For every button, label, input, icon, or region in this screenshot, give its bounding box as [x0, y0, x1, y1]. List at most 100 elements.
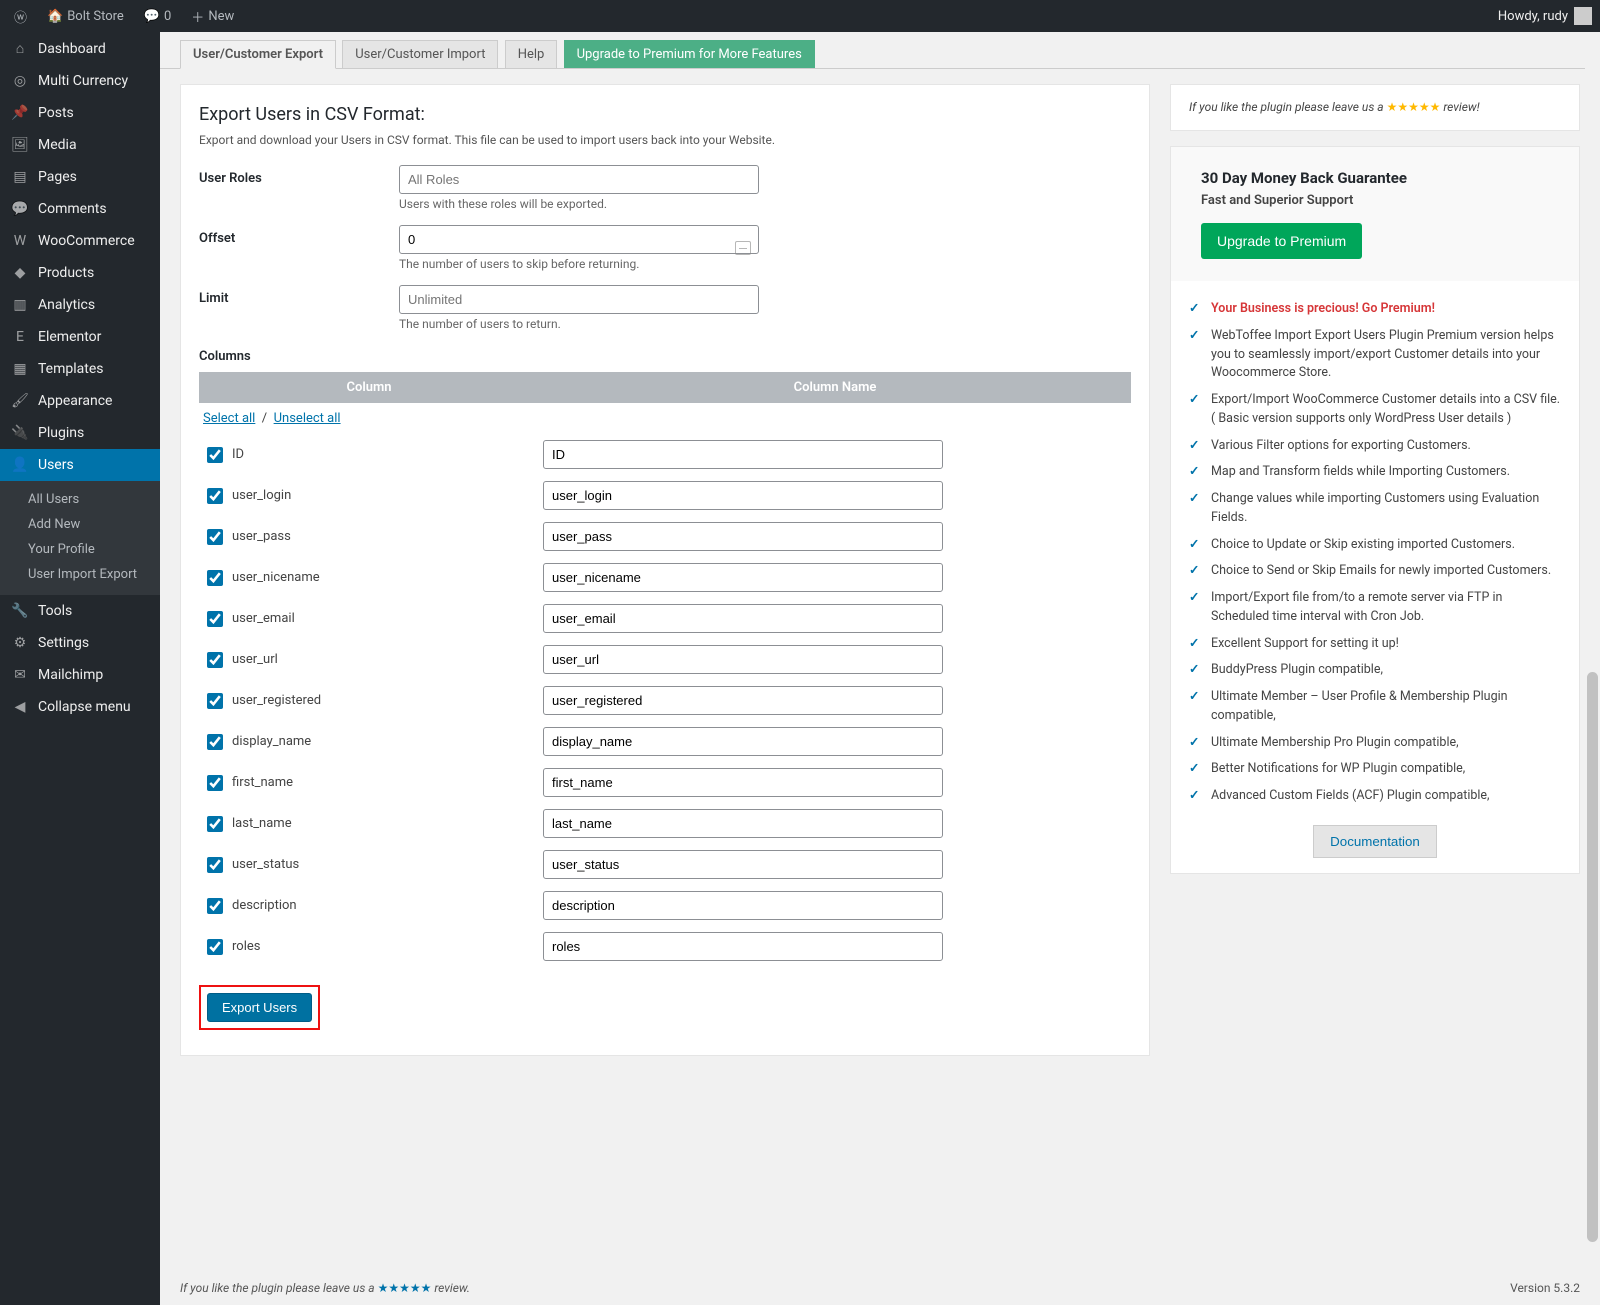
support-text: Fast and Superior Support	[1201, 193, 1549, 208]
scrollbar[interactable]	[1585, 32, 1600, 1305]
column-name-input[interactable]	[543, 522, 943, 551]
wp-logo[interactable]: ⓦ	[8, 0, 33, 32]
offset-input[interactable]	[399, 225, 759, 254]
tab-import[interactable]: User/Customer Import	[342, 40, 498, 68]
column-key: display_name	[232, 734, 311, 749]
column-row: roles	[199, 926, 1131, 967]
new-content[interactable]: ＋New	[185, 0, 240, 32]
menu-tools[interactable]: 🔧Tools	[0, 595, 160, 627]
column-key: user_status	[232, 857, 299, 872]
menu-dashboard[interactable]: ⌂Dashboard	[0, 32, 160, 65]
premium-box: 30 Day Money Back Guarantee Fast and Sup…	[1170, 146, 1580, 874]
column-name-input[interactable]	[543, 686, 943, 715]
analytics-icon: ▥	[10, 297, 30, 313]
column-checkbox[interactable]	[207, 939, 223, 955]
scrollbar-thumb[interactable]	[1587, 672, 1598, 1242]
col-header-column: Column	[199, 372, 539, 403]
column-checkbox[interactable]	[207, 488, 223, 504]
column-checkbox[interactable]	[207, 529, 223, 545]
gear-icon: ⚙	[10, 635, 30, 651]
column-name-input[interactable]	[543, 768, 943, 797]
column-name-input[interactable]	[543, 809, 943, 838]
export-users-button[interactable]: Export Users	[207, 993, 312, 1022]
premium-feature: Change values while importing Customers …	[1189, 486, 1561, 532]
plus-icon: ＋	[191, 7, 204, 26]
select-all-link[interactable]: Select all	[203, 411, 255, 426]
column-checkbox[interactable]	[207, 857, 223, 873]
column-checkbox[interactable]	[207, 611, 223, 627]
page-title: Export Users in CSV Format:	[199, 104, 1131, 125]
columns-list: IDuser_loginuser_passuser_nicenameuser_e…	[199, 434, 1131, 967]
comments-link[interactable]: 💬0	[138, 0, 178, 32]
guarantee-title: 30 Day Money Back Guarantee	[1201, 169, 1549, 187]
column-row: user_login	[199, 475, 1131, 516]
menu-multicurrency[interactable]: ◎Multi Currency	[0, 65, 160, 97]
column-name-input[interactable]	[543, 604, 943, 633]
column-name-input[interactable]	[543, 440, 943, 469]
menu-products[interactable]: ◆Products	[0, 257, 160, 289]
upgrade-premium-button[interactable]: Upgrade to Premium	[1201, 223, 1362, 259]
column-name-input[interactable]	[543, 891, 943, 920]
column-name-input[interactable]	[543, 481, 943, 510]
column-checkbox[interactable]	[207, 652, 223, 668]
column-key: user_url	[232, 652, 278, 667]
column-checkbox[interactable]	[207, 898, 223, 914]
menu-posts[interactable]: 📌Posts	[0, 97, 160, 129]
menu-users[interactable]: 👤Users	[0, 449, 160, 481]
menu-elementor[interactable]: EElementor	[0, 321, 160, 353]
menu-settings[interactable]: ⚙Settings	[0, 627, 160, 659]
page-icon: ▤	[10, 169, 30, 185]
submenu-profile[interactable]: Your Profile	[0, 537, 160, 562]
column-name-input[interactable]	[543, 727, 943, 756]
tab-upgrade[interactable]: Upgrade to Premium for More Features	[564, 40, 815, 68]
column-checkbox[interactable]	[207, 570, 223, 586]
column-row: user_email	[199, 598, 1131, 639]
tab-help[interactable]: Help	[505, 40, 558, 68]
submenu-add-new[interactable]: Add New	[0, 512, 160, 537]
elementor-icon: E	[10, 329, 30, 345]
column-checkbox[interactable]	[207, 693, 223, 709]
menu-media[interactable]: 🖼Media	[0, 129, 160, 161]
roles-input[interactable]	[399, 165, 759, 194]
column-name-input[interactable]	[543, 932, 943, 961]
footer-review-suffix: review.	[431, 1281, 470, 1295]
menu-comments[interactable]: 💬Comments	[0, 193, 160, 225]
stars-icon[interactable]: ★★★★★	[1387, 100, 1441, 114]
column-name-input[interactable]	[543, 850, 943, 879]
column-key: first_name	[232, 775, 293, 790]
menu-templates[interactable]: ▦Templates	[0, 353, 160, 385]
footer-stars-icon[interactable]: ★★★★★	[378, 1281, 432, 1295]
page-desc: Export and download your Users in CSV fo…	[199, 133, 1131, 147]
premium-feature: Various Filter options for exporting Cus…	[1189, 433, 1561, 460]
documentation-button[interactable]: Documentation	[1313, 825, 1437, 858]
submenu-import-export[interactable]: User Import Export	[0, 562, 160, 587]
menu-plugins[interactable]: 🔌Plugins	[0, 417, 160, 449]
comments-count: 0	[164, 9, 171, 24]
account-link[interactable]: Howdy, rudy	[1498, 7, 1592, 25]
unselect-all-link[interactable]: Unselect all	[274, 411, 341, 426]
menu-woocommerce[interactable]: WWooCommerce	[0, 225, 160, 257]
site-link[interactable]: 🏠Bolt Store	[41, 0, 130, 32]
column-checkbox[interactable]	[207, 775, 223, 791]
column-name-input[interactable]	[543, 563, 943, 592]
submenu-all-users[interactable]: All Users	[0, 487, 160, 512]
column-name-input[interactable]	[543, 645, 943, 674]
premium-feature: Choice to Send or Skip Emails for newly …	[1189, 558, 1561, 585]
menu-pages[interactable]: ▤Pages	[0, 161, 160, 193]
menu-analytics[interactable]: ▥Analytics	[0, 289, 160, 321]
menu-mailchimp[interactable]: ✉Mailchimp	[0, 659, 160, 691]
limit-input[interactable]	[399, 285, 759, 314]
menu-appearance[interactable]: 🖌Appearance	[0, 385, 160, 417]
collapse-menu[interactable]: ◀Collapse menu	[0, 691, 160, 723]
tab-export[interactable]: User/Customer Export	[180, 40, 336, 69]
premium-feature: Better Notifications for WP Plugin compa…	[1189, 756, 1561, 783]
premium-feature: WebToffee Import Export Users Plugin Pre…	[1189, 323, 1561, 387]
column-checkbox[interactable]	[207, 816, 223, 832]
premium-feature: Advanced Custom Fields (ACF) Plugin comp…	[1189, 783, 1561, 810]
comment-icon: 💬	[144, 9, 160, 24]
column-checkbox[interactable]	[207, 734, 223, 750]
limit-help: The number of users to return.	[399, 317, 759, 331]
column-checkbox[interactable]	[207, 447, 223, 463]
column-row: display_name	[199, 721, 1131, 762]
column-key: user_nicename	[232, 570, 320, 585]
